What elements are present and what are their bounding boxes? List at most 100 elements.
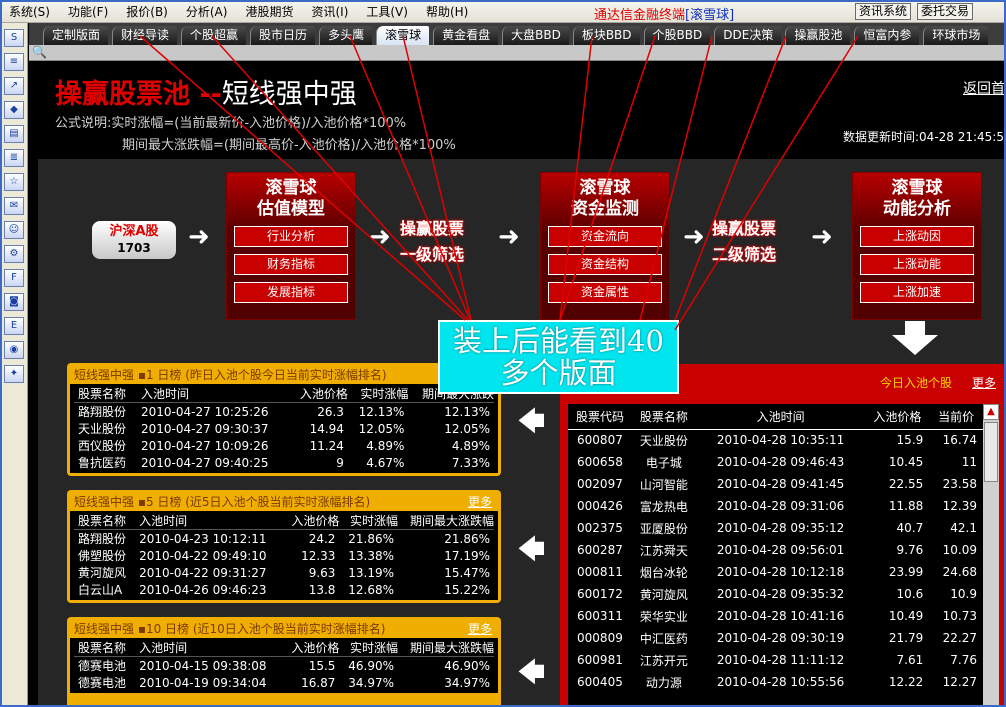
capital-attribute-button[interactable]: 资金属性 <box>548 282 662 303</box>
menu-function[interactable]: 功能(F) <box>59 3 117 20</box>
tab-global-market[interactable]: 环球市场 <box>923 26 989 45</box>
table-row[interactable]: 000426 富龙热电 2010-04-28 09:31:06 11.88 12.39 <box>568 495 983 517</box>
tab-sector-bbd[interactable]: 板块BBD <box>572 26 640 45</box>
column-header[interactable]: 实时涨幅 <box>339 639 399 657</box>
finance-index-button[interactable]: 财务指标 <box>234 254 348 275</box>
menu-system[interactable]: 系统(S) <box>0 3 59 20</box>
column-header[interactable]: 当前价 <box>929 404 983 430</box>
toolbar-tool-icon[interactable]: ◆ <box>4 101 24 119</box>
table-row[interactable]: 路翔股份 2010-04-27 10:25:26 26.3 12.13% 12.13% <box>74 403 494 421</box>
today-pool-scrollbar[interactable]: ▲ <box>983 404 999 707</box>
tab-market-calendar[interactable]: 股市日历 <box>250 26 316 45</box>
panel-10day-more-link[interactable]: 更多 <box>468 620 492 638</box>
tab-hengfu-insider[interactable]: 恒富内参 <box>854 26 920 45</box>
capital-structure-button[interactable]: 资金结构 <box>548 254 662 275</box>
toolbar-tool-icon[interactable]: ✦ <box>4 365 24 383</box>
rise-momentum-button[interactable]: 上涨动能 <box>860 254 974 275</box>
menu-info[interactable]: 资讯(I) <box>302 3 357 20</box>
rise-acceleration-button[interactable]: 上涨加速 <box>860 282 974 303</box>
column-header[interactable]: 实时涨幅 <box>339 512 399 530</box>
column-header[interactable]: 股票名称 <box>74 385 138 403</box>
column-header[interactable]: 入池时间 <box>695 404 866 430</box>
scroll-up-icon[interactable]: ▲ <box>983 404 999 420</box>
tab-win-stock-pool[interactable]: 操赢股池 <box>785 26 851 45</box>
toolbar-tool-icon[interactable]: ☆ <box>4 173 24 191</box>
table-row[interactable]: 600287 江苏舜天 2010-04-28 09:56:01 9.76 10.09 <box>568 539 983 561</box>
scroll-thumb[interactable] <box>984 422 998 482</box>
market-button[interactable]: 沪深A股 1703 <box>92 221 176 259</box>
column-header[interactable]: 股票代码 <box>568 404 632 430</box>
tab-market-bbd[interactable]: 大盘BBD <box>502 26 569 45</box>
table-row[interactable]: 600311 荣华实业 2010-04-28 10:41:16 10.49 10.73 <box>568 605 983 627</box>
menu-hk-futures[interactable]: 港股期货 <box>236 3 302 20</box>
tab-stock-bbd[interactable]: 个股BBD <box>643 26 711 45</box>
table-row[interactable]: 002097 山河智能 2010-04-28 09:41:45 22.55 23.58 <box>568 473 983 495</box>
info-system-button[interactable]: 资讯系统 <box>855 3 912 20</box>
toolbar-tool-icon[interactable]: S <box>4 29 24 47</box>
table-row[interactable]: 路翔股份 2010-04-23 10:12:11 24.2 21.86% 21.86% <box>74 530 494 548</box>
industry-analysis-button[interactable]: 行业分析 <box>234 226 348 247</box>
toolbar-tool-icon[interactable]: ◉ <box>4 341 24 359</box>
menu-tools[interactable]: 工具(V) <box>357 3 417 20</box>
development-index-button[interactable]: 发展指标 <box>234 282 348 303</box>
column-header[interactable]: 期间最大涨跌幅 <box>398 639 494 657</box>
table-row[interactable]: 黄河旋风 2010-04-22 09:31:27 9.63 13.19% 15.47% <box>74 564 494 581</box>
panel-5day-more-link[interactable]: 更多 <box>468 493 492 511</box>
column-header[interactable]: 入池时间 <box>137 385 290 403</box>
table-row[interactable]: 德赛电池 2010-04-15 09:38:08 15.5 46.90% 46.90% <box>74 657 494 675</box>
column-header[interactable]: 实时涨幅 <box>347 385 409 403</box>
menu-help[interactable]: 帮助(H) <box>417 3 477 20</box>
column-header[interactable]: 入池价格 <box>282 512 340 530</box>
search-icon[interactable]: 🔍 <box>32 45 47 59</box>
table-row[interactable]: 000809 中汇医药 2010-04-28 09:30:19 21.79 22.27 <box>568 627 983 649</box>
rise-cause-button[interactable]: 上涨动因 <box>860 226 974 247</box>
toolbar-tool-icon[interactable]: ⚙ <box>4 245 24 263</box>
toolbar-tool-icon[interactable]: ↗ <box>4 77 24 95</box>
arrow-left-icon: 🡄 <box>518 407 545 437</box>
toolbar-tool-icon[interactable]: ≡ <box>4 53 24 71</box>
tab-stock-super-win[interactable]: 个股超赢 <box>181 26 247 45</box>
table-row[interactable]: 600981 江苏开元 2010-04-28 11:11:12 7.61 7.76 <box>568 649 983 671</box>
table-row[interactable]: 600172 黄河旋风 2010-04-28 09:35:32 10.6 10.9 <box>568 583 983 605</box>
toolbar-tool-icon[interactable]: ☺ <box>4 221 24 239</box>
table-row[interactable]: 鲁抗医药 2010-04-27 09:40:25 9 4.67% 7.33% <box>74 454 494 471</box>
tab-gold-watch[interactable]: 黄金看盘 <box>433 26 499 45</box>
tab-dde-decision[interactable]: DDE决策 <box>714 26 782 45</box>
menu-quote[interactable]: 报价(B) <box>117 3 177 20</box>
toolbar-tool-icon[interactable]: ◙ <box>4 293 24 311</box>
tab-bull-eagle[interactable]: 多头鹰 <box>319 26 373 45</box>
capital-flow-button[interactable]: 资金流向 <box>548 226 662 247</box>
table-row[interactable]: 佛塑股份 2010-04-22 09:49:10 12.33 13.38% 17.19% <box>74 547 494 564</box>
table-row[interactable]: 600405 动力源 2010-04-28 10:55:56 12.22 12.27 <box>568 671 983 693</box>
table-row[interactable]: 600658 电子城 2010-04-28 09:46:43 10.45 11 <box>568 451 983 473</box>
table-row[interactable]: 002375 亚厦股份 2010-04-28 09:35:12 40.7 42.1 <box>568 517 983 539</box>
trade-button[interactable]: 委托交易 <box>917 3 974 20</box>
tab-snowball[interactable]: 滚雪球 <box>376 26 430 45</box>
table-row[interactable]: 600807 天业股份 2010-04-28 10:35:11 15.9 16.74 <box>568 429 983 451</box>
back-link[interactable]: 返回首 <box>963 78 1005 98</box>
table-row[interactable]: 白云山A 2010-04-26 09:46:23 13.8 12.68% 15.22% <box>74 581 494 598</box>
column-header[interactable]: 期间最大涨跌幅 <box>398 512 494 530</box>
tab-finance-guide[interactable]: 财经导读 <box>112 26 178 45</box>
toolbar-tool-icon[interactable]: F <box>4 269 24 287</box>
column-header[interactable]: 股票名称 <box>74 512 136 530</box>
tab-custom-layout[interactable]: 定制版面 <box>43 26 109 45</box>
toolbar-tool-icon[interactable]: ▤ <box>4 125 24 143</box>
toolbar-tool-icon[interactable]: ✉ <box>4 197 24 215</box>
column-header[interactable]: 入池时间 <box>135 512 283 530</box>
table-row[interactable]: 天业股份 2010-04-27 09:30:37 14.94 12.05% 12.05% <box>74 420 494 437</box>
today-pool-more-link[interactable]: 更多 <box>972 374 996 391</box>
table-cell: 江苏舜天 <box>639 543 688 558</box>
column-header[interactable]: 入池价格 <box>282 639 340 657</box>
menu-analysis[interactable]: 分析(A) <box>177 3 237 20</box>
column-header[interactable]: 入池价格 <box>865 404 930 430</box>
toolbar-tool-icon[interactable]: E <box>4 317 24 335</box>
toolbar-tool-icon[interactable]: ≣ <box>4 149 24 167</box>
table-row[interactable]: 西仪股份 2010-04-27 10:09:26 11.24 4.89% 4.89% <box>74 437 494 454</box>
column-header[interactable]: 股票名称 <box>74 639 136 657</box>
column-header[interactable]: 入池价格 <box>289 385 348 403</box>
column-header[interactable]: 入池时间 <box>135 639 283 657</box>
table-row[interactable]: 德赛电池 2010-04-19 09:34:04 16.87 34.97% 34.97% <box>74 674 494 691</box>
table-row[interactable]: 000811 烟台冰轮 2010-04-28 10:12:18 23.99 24.68 <box>568 561 983 583</box>
column-header[interactable]: 股票名称 <box>631 404 696 430</box>
